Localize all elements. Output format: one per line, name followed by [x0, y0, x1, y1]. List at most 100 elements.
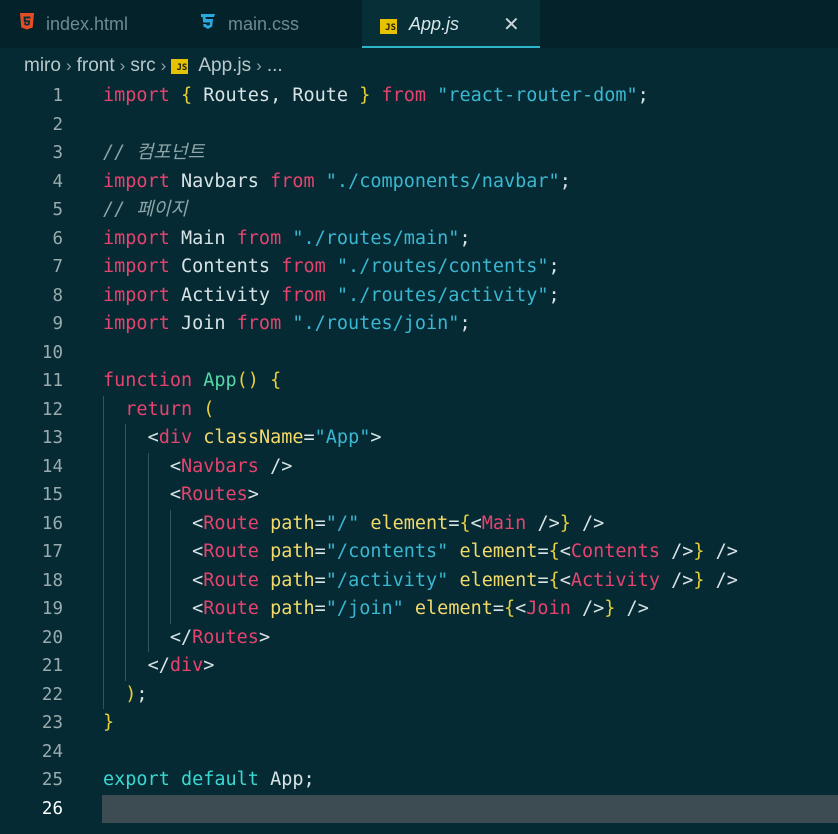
code-token: <: [192, 512, 204, 534]
code-token: ;: [548, 256, 560, 277]
code-token: div: [169, 655, 204, 676]
breadcrumb-item-more[interactable]: ...: [267, 55, 283, 77]
code-line[interactable]: 12 return (: [0, 396, 838, 425]
code-token: Navbars: [180, 455, 259, 477]
breadcrumb: miro › front › src › JS App.js › ...: [24, 52, 283, 80]
code-token: />: [526, 512, 560, 534]
breadcrumb-item-miro[interactable]: miro: [24, 55, 61, 77]
line-number: 24: [41, 741, 63, 762]
line-number: 22: [41, 684, 63, 705]
code-token: path: [270, 569, 315, 591]
line-number: 26: [41, 798, 63, 819]
code-token: import: [103, 313, 170, 334]
code-token: Join: [526, 598, 571, 619]
code-token: <: [559, 541, 571, 562]
tab-label: index.html: [46, 13, 129, 34]
code-line[interactable]: 23}: [0, 709, 838, 738]
code-line[interactable]: 9 import Join from "./routes/join";: [0, 310, 838, 339]
code-token: ;: [548, 284, 560, 306]
code-token: >: [258, 626, 271, 648]
tab-main-css[interactable]: main.css: [180, 0, 360, 48]
line-number: 20: [41, 627, 63, 648]
code-token: ;: [459, 313, 471, 334]
line-code: // 페이지: [103, 196, 187, 225]
code-token: ): [125, 683, 137, 705]
code-line[interactable]: 1 import { Routes, Route } from "react-ro…: [0, 82, 838, 111]
code-line[interactable]: 11 function App() {: [0, 367, 838, 396]
code-token: element: [370, 512, 449, 534]
code-token: </: [169, 626, 193, 648]
code-line[interactable]: 2: [0, 111, 838, 140]
code-token: import: [103, 85, 170, 106]
code-token: ;: [637, 85, 649, 106]
line-number: 25: [41, 770, 63, 790]
code-token: =: [303, 427, 315, 448]
code-token: element: [414, 598, 493, 619]
code-token: ;: [136, 683, 148, 705]
line-number: 14: [41, 456, 63, 477]
code-token: className: [203, 427, 304, 448]
code-token: path: [270, 598, 315, 619]
code-token: =: [314, 512, 326, 534]
active-tab-indicator: [362, 46, 540, 48]
code-token: =: [314, 569, 326, 591]
breadcrumb-item-src[interactable]: src: [130, 55, 155, 77]
html5-icon: [20, 13, 34, 35]
code-line[interactable]: 22 );: [0, 681, 838, 710]
code-token: <: [192, 598, 204, 619]
code-line[interactable]: 24: [0, 738, 838, 767]
code-token: Activity: [169, 284, 282, 306]
code-token: Route: [203, 598, 259, 619]
code-token: <: [169, 484, 181, 505]
line-number: 17: [41, 542, 63, 562]
code-token: Route: [203, 512, 259, 534]
close-icon[interactable]: ✕: [503, 12, 520, 37]
line-number: 7: [52, 257, 63, 277]
code-token: from: [281, 284, 326, 306]
code-line[interactable]: 8 import Activity from "./routes/activity…: [0, 282, 838, 311]
indent-guide: [169, 509, 171, 624]
code-token: ;: [559, 170, 571, 192]
code-line[interactable]: 3 // 컴포넌트: [0, 139, 838, 168]
code-token: import: [103, 284, 170, 306]
code-token: // 컴포넌트: [103, 142, 205, 163]
code-token: Contents: [570, 541, 660, 562]
breadcrumb-item-app-js[interactable]: App.js: [198, 55, 251, 77]
code-token: element: [459, 569, 538, 591]
code-line[interactable]: 4 import Navbars from "./components/navba…: [0, 168, 838, 197]
line-code: <Route path="/join" element={<Join />} /…: [103, 595, 649, 624]
line-number: 11: [41, 371, 63, 391]
breadcrumb-item-front[interactable]: front: [77, 55, 115, 77]
code-line[interactable]: 10: [0, 339, 838, 368]
code-line[interactable]: 25 export default App;: [0, 766, 838, 795]
code-line[interactable]: 7 import Contents from "./routes/contents…: [0, 253, 838, 282]
code-token: />: [704, 541, 738, 562]
code-token: {: [548, 569, 560, 591]
code-token: "./components/navbar": [325, 170, 560, 192]
line-code: );: [103, 681, 148, 710]
code-line[interactable]: 6 import Main from "./routes/main";: [0, 225, 838, 254]
code-token: "/": [325, 512, 360, 534]
line-number: 5: [52, 200, 63, 220]
code-token: Route: [203, 569, 259, 591]
code-line[interactable]: 26: [0, 794, 838, 823]
line-number: 1: [52, 86, 63, 106]
tab-index-html[interactable]: index.html: [0, 0, 180, 48]
code-token: />: [659, 541, 694, 562]
code-token: =: [314, 541, 326, 562]
tab-app-js[interactable]: JS App.js ✕: [362, 0, 540, 48]
code-token: >: [247, 484, 259, 505]
chevron-right-icon: ›: [256, 56, 262, 75]
code-token: "App": [314, 427, 371, 448]
line-code: // 컴포넌트: [103, 139, 205, 168]
code-token: =: [448, 512, 460, 534]
code-line[interactable]: 5 // 페이지: [0, 196, 838, 225]
code-token: from: [381, 85, 427, 106]
